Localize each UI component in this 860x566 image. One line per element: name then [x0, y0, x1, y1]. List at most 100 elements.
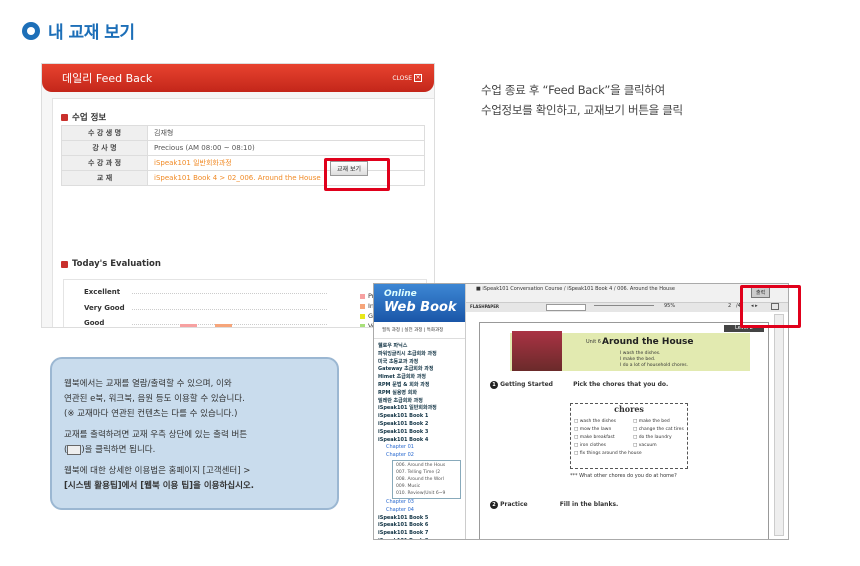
info-key: 수 강 과 정	[61, 155, 148, 171]
lesson-item[interactable]: 007. Telling Time (2	[396, 469, 457, 476]
section-title-text: 내 교재 보기	[48, 23, 135, 43]
zoom-level[interactable]: 95%	[664, 303, 675, 309]
info-value-text: iSpeak101 일반회화과정	[154, 159, 232, 167]
tree-item[interactable]: RPM 문법 & 회화 과정	[378, 382, 463, 390]
info-key: 강 사 명	[61, 140, 148, 156]
chore-checkbox[interactable]: □ mow the lawn	[574, 426, 642, 434]
tree-chapter[interactable]: Chapter 04	[378, 507, 463, 515]
info-value: Precious (AM 08:00 ~ 08:10)	[147, 140, 425, 156]
info-value-text: iSpeak101 Book 4 > 02_006. Around the Ho…	[154, 174, 321, 182]
chore-checkbox[interactable]: □ make breakfast	[574, 434, 642, 442]
chore-checkbox[interactable]: □ make the bed	[633, 418, 684, 426]
zoom-slider[interactable]	[594, 305, 654, 309]
tree-item[interactable]: iSpeak101 Book 1	[378, 413, 463, 421]
search-input[interactable]	[546, 304, 586, 311]
chore-label: mow the lawn	[579, 427, 612, 432]
lesson-item[interactable]: 008. Around the Worl	[396, 476, 457, 483]
legend-swatch	[360, 313, 365, 319]
gridline	[132, 293, 327, 294]
tree-item[interactable]: iSpeak101 Book 4	[378, 437, 463, 445]
feedback-title-bar: 데일리 Feed Back CLOSE ×	[42, 64, 434, 92]
notice-line: (※ 교재마다 연관된 컨텐츠는 다를 수 있습니다.)	[64, 409, 238, 419]
chore-label: make the bed	[638, 419, 670, 424]
page-number[interactable]: 2	[728, 303, 731, 309]
bar-pronunciation	[180, 324, 197, 327]
y-level-label: Good	[84, 319, 105, 327]
page-scrollbar[interactable]	[774, 314, 784, 536]
tree-item[interactable]: Himet 초급회화 과정	[378, 374, 463, 382]
tree-item[interactable]: iSpeak101 Book 5	[378, 515, 463, 523]
tree-item[interactable]: iSpeak101 Book 7	[378, 530, 463, 538]
close-button[interactable]: CLOSE ×	[392, 74, 422, 82]
info-key: 수 강 생 명	[61, 125, 148, 141]
chore-label: change the cat tires	[638, 427, 684, 432]
chore-label: vacuum	[638, 443, 657, 448]
notice-line: [시스템 활용팁]에서 [웹북 이용 팁]을 이용하십시오.	[64, 481, 254, 491]
section-number: 1	[490, 381, 498, 389]
section-title: 내 교재 보기	[22, 18, 135, 43]
chores-box: chores □ wash the dishes □ mow the lawn □ …	[570, 403, 688, 469]
tree-item[interactable]: 파워잉글리시 초급회화 과정	[378, 351, 463, 359]
tree-chapter[interactable]: Chapter 03	[378, 499, 463, 507]
course-tree: 웰로우 파닉스 파워잉글리시 초급회화 과정 미국 초등교과 과정 Gateway 초…	[374, 339, 465, 539]
bullet-circle-icon	[22, 21, 40, 40]
gridline	[132, 308, 327, 310]
section-instruction: Pick the chores that you do.	[573, 381, 669, 388]
unit-banner: Unit 6 Around the House I wash the dishe…	[510, 331, 750, 371]
info-row: 수 강 생 명 김재형	[61, 125, 425, 141]
chore-label: iron clothes	[579, 443, 606, 448]
breadcrumb-text: iSpeak101 Conversation Course / iSpeak10…	[482, 286, 675, 292]
class-info-heading: 수업 정보	[61, 111, 106, 123]
chore-checkbox[interactable]: □ do the laundry	[633, 434, 684, 442]
tree-item[interactable]: iSpeak101 Book 3	[378, 429, 463, 437]
chore-checkbox[interactable]: □ iron clothes	[574, 442, 642, 450]
info-row: 강 사 명 Precious (AM 08:00 ~ 08:10)	[61, 140, 425, 156]
section-label: Practice	[500, 501, 528, 508]
caption-line-2: 수업정보를 확인하고, 교재보기 버튼을 클릭	[481, 103, 683, 117]
section-instruction: Fill in the blanks.	[559, 501, 619, 508]
notice-paragraph-2: 교재를 출력하려면 교재 우측 상단에 있는 출력 버튼 ()을 클릭하면 됩니…	[64, 430, 248, 455]
objective-item: I do a lot of household chores.	[620, 363, 689, 368]
section-marker-icon	[61, 260, 68, 268]
tree-item[interactable]: iSpeak101 일반회화과정	[378, 405, 463, 413]
highlight-box	[324, 158, 390, 191]
chore-label: wash the dishes	[579, 419, 616, 424]
info-value: 김재형	[147, 125, 425, 141]
tree-item[interactable]: 웰로우 파닉스	[378, 343, 463, 351]
tree-item[interactable]: RPM 실용영 회화	[378, 390, 463, 398]
notice-line: 교재를 출력하려면 교재 우측 상단에 있는 출력 버튼	[64, 430, 248, 440]
lesson-item[interactable]: 010. Review(Unit 6~9	[396, 490, 457, 497]
unit-label: Unit 6	[586, 339, 601, 345]
webbook-logo: Online Web Book	[374, 284, 465, 322]
close-label: CLOSE	[392, 74, 412, 82]
chore-checkbox[interactable]: □ change the cat tires	[633, 426, 684, 434]
tree-chapter[interactable]: Chapter 01	[378, 444, 463, 452]
lesson-list: 006. Around the Hous 007. Telling Time (2…	[392, 459, 461, 499]
highlight-box	[740, 285, 801, 328]
lesson-item[interactable]: 009. Music	[396, 483, 457, 490]
feedback-title: 데일리 Feed Back	[62, 72, 153, 85]
webbook-sidebar: Online Web Book 필독 과정 | 실전 과정 | 특화과정 웰로우…	[374, 284, 466, 539]
chore-label: make breakfast	[579, 435, 615, 440]
section-marker-icon	[61, 113, 68, 121]
tree-item[interactable]: iSpeak101 Book 6	[378, 522, 463, 530]
caption-line-1: 수업 종료 후 “Feed Back”을 클릭하여	[481, 83, 665, 97]
evaluation-heading: Today's Evaluation	[61, 259, 161, 269]
logo-bottom-text: Web Book	[384, 300, 457, 315]
section-label: Getting Started	[500, 381, 553, 388]
webbook-window: Online Web Book 필독 과정 | 실전 과정 | 특화과정 웰로우…	[373, 283, 789, 540]
tree-item[interactable]: iSpeak101 Book 2	[378, 421, 463, 429]
notice-paragraph-1: 웹북에서는 교재를 열람/출력할 수 있으며, 이와 연관된 e북, 워크북, …	[64, 377, 325, 422]
notice-line: 웹북에 대한 상세한 이용법은 홈페이지 [고객센터] >	[64, 466, 251, 476]
logo-top-text: Online	[384, 289, 417, 299]
lesson-item[interactable]: 006. Around the Hous	[396, 462, 457, 469]
legend-swatch	[360, 293, 365, 299]
tree-item[interactable]: iSpeak101 Book 8	[378, 538, 463, 539]
section-getting-started: 1 Getting Started Pick the chores that y…	[490, 381, 668, 389]
chore-checkbox[interactable]: □ vacuum	[633, 442, 684, 450]
chore-checkbox[interactable]: □ wash the dishes	[574, 418, 642, 426]
course-tabs[interactable]: 필독 과정 | 실전 과정 | 특화과정	[374, 322, 465, 339]
chore-checkbox[interactable]: □ fix things around the house	[574, 450, 642, 458]
tree-chapter[interactable]: Chapter 02	[378, 452, 463, 460]
y-level-label: Excellent	[84, 288, 121, 296]
